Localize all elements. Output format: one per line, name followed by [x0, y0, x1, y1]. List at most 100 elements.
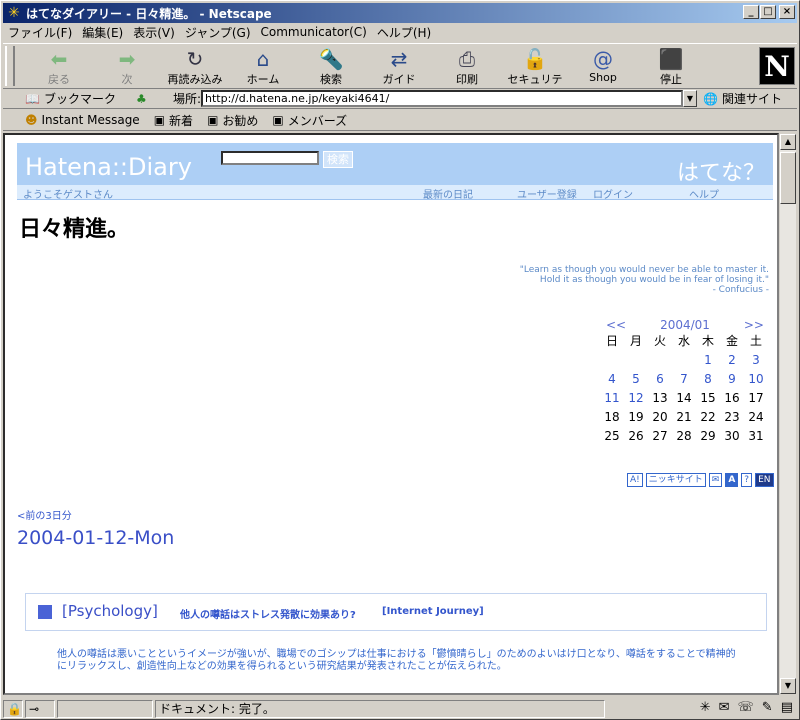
nikki-site-badge[interactable]: ニッキサイト [645, 473, 706, 487]
calendar-day[interactable]: 5 [624, 370, 648, 389]
calendar-next-month[interactable]: >> [744, 318, 764, 332]
traffic-light-icon: ⬛ [658, 47, 684, 71]
search-flashlight-icon: 🔦 [318, 47, 344, 71]
calendar-prev-month[interactable]: << [606, 318, 626, 332]
entry-date[interactable]: 2004-01-12-Mon [17, 527, 174, 549]
instant-message-button[interactable]: ☻ Instant Message [25, 113, 140, 127]
calendar-day [672, 351, 696, 370]
composer-icon[interactable]: ✎ [762, 700, 773, 715]
calendar-day: 22 [700, 410, 716, 424]
calendar-day[interactable]: 11 [600, 389, 624, 408]
shop-button[interactable]: @ Shop [571, 47, 635, 84]
shop-label: Shop [589, 71, 617, 84]
entry-source-link[interactable]: [Internet Journey] [382, 606, 484, 617]
search-button[interactable]: 🔦 検索 [299, 47, 363, 87]
mail-icon[interactable]: ✉ [719, 700, 730, 715]
calendar-day[interactable]: 4 [600, 370, 624, 389]
hatena-question-link[interactable]: はてな？ [677, 155, 765, 187]
calendar: << 2004/01 >> 日月火水木金土 1 2 3 4 5 6 7 8 9 10 11 12 13 14… [600, 318, 770, 446]
calendar-day[interactable]: 6 [648, 370, 672, 389]
print-button[interactable]: ⎙ 印刷 [435, 47, 499, 87]
members-button[interactable]: ▣ メンバーズ [272, 112, 347, 129]
netscape-logo[interactable]: N [759, 47, 795, 85]
calendar-day[interactable]: 8 [696, 370, 720, 389]
menu-go[interactable]: ジャンプ(G) [180, 24, 256, 41]
menu-communicator[interactable]: Communicator(C) [256, 25, 372, 39]
antenna-badge[interactable]: A! [627, 473, 643, 487]
calendar-day[interactable]: 12 [624, 389, 648, 408]
calendar-day[interactable]: 9 [720, 370, 744, 389]
page-proxy-icon[interactable]: ♣ [136, 92, 147, 106]
scroll-down-button[interactable]: ▼ [780, 678, 796, 694]
reload-button[interactable]: ↻ 再読み込み [163, 47, 227, 87]
page-icon: ▣ [207, 113, 219, 127]
navigator-icon[interactable]: ✳ [700, 700, 711, 715]
mail-badge[interactable]: ✉ [708, 473, 723, 487]
home-label: ホーム [246, 73, 280, 86]
calendar-day [600, 351, 624, 370]
security-status-icon[interactable]: 🔒 [3, 699, 23, 718]
close-button[interactable]: × [779, 5, 795, 19]
online-status-icon[interactable]: ⊸ [25, 699, 55, 718]
component-bar: ✳ ✉ ☏ ✎ ▤ [700, 700, 793, 715]
home-button[interactable]: ⌂ ホーム [231, 47, 295, 87]
instant-message-label: Instant Message [41, 113, 140, 127]
diary-title[interactable]: 日々精進。 [19, 211, 129, 243]
font-size-badge[interactable]: A [725, 473, 739, 487]
forward-button[interactable]: ➡ 次 [95, 47, 159, 87]
recommended-button[interactable]: ▣ お勧め [207, 112, 258, 129]
calendar-day: 17 [748, 391, 764, 405]
calendar-weekday: 土 [749, 334, 762, 348]
menu-help[interactable]: ヘルプ(H) [372, 24, 436, 41]
home-icon: ⌂ [256, 47, 270, 71]
address-book-icon[interactable]: ▤ [781, 700, 793, 715]
hatena-search-button[interactable]: 検索 [323, 151, 353, 168]
menu-bar: ファイル(F) 編集(E) 表示(V) ジャンプ(G) Communicator… [3, 23, 797, 41]
hatena-diary-logo[interactable]: Hatena::Diary [25, 153, 192, 181]
guide-button[interactable]: ⇄ ガイド [367, 47, 431, 87]
back-label: 戻る [48, 73, 70, 86]
entry-category[interactable]: [Psychology] [62, 602, 158, 620]
hatena-nav: ようこそゲストさん 最新の日記 ユーザー登録 ログイン ヘルプ [17, 185, 773, 201]
previous-days-link[interactable]: <前の3日分 [17, 507, 72, 522]
bookmarks-label: ブックマーク [43, 92, 116, 106]
related-globe-icon: 🌐 [703, 91, 718, 106]
calendar-day[interactable]: 10 [744, 370, 768, 389]
menu-edit[interactable]: 編集(E) [77, 24, 128, 41]
calendar-day[interactable]: 7 [672, 370, 696, 389]
help-badge[interactable]: ? [741, 473, 753, 487]
calendar-day: 25 [604, 429, 620, 443]
whats-new-button[interactable]: ▣ 新着 [154, 112, 193, 129]
guide-signpost-icon: ⇄ [390, 47, 408, 71]
title-bar: ✳ はてなダイアリー - 日々精進。 - Netscape _ □ × [3, 3, 797, 23]
entry-title[interactable]: 他人の噂話はストレス発散に効果あり? [180, 606, 356, 621]
discussion-icon[interactable]: ☏ [738, 700, 754, 715]
bookmarks-button[interactable]: 📖 ブックマーク ♣ [25, 90, 147, 107]
calendar-day[interactable]: 3 [744, 351, 768, 370]
calendar-day [648, 351, 672, 370]
hatena-search-input[interactable] [221, 151, 319, 165]
maximize-button[interactable]: □ [760, 5, 776, 19]
stop-button[interactable]: ⬛ 停止 [639, 47, 703, 87]
calendar-day[interactable]: 2 [720, 351, 744, 370]
browser-window: ✳ はてなダイアリー - 日々精進。 - Netscape _ □ × ファイル… [0, 0, 800, 720]
minimize-button[interactable]: _ [743, 5, 759, 19]
calendar-day: 18 [604, 410, 620, 424]
quote-line-1: "Learn as though you would never be able… [519, 265, 769, 275]
back-button[interactable]: ⬅ 戻る [27, 47, 91, 87]
calendar-day: 20 [652, 410, 668, 424]
guide-label: ガイド [382, 73, 416, 86]
toolbar-grip[interactable] [5, 46, 15, 86]
calendar-month[interactable]: 2004/01 [660, 318, 710, 332]
vertical-scrollbar[interactable]: ▲ ▼ [779, 133, 797, 695]
scroll-up-button[interactable]: ▲ [780, 134, 796, 150]
menu-view[interactable]: 表示(V) [128, 24, 180, 41]
url-dropdown-button[interactable]: ▼ [683, 90, 697, 107]
calendar-day[interactable]: 1 [696, 351, 720, 370]
menu-file[interactable]: ファイル(F) [3, 24, 77, 41]
related-sites-button[interactable]: 🌐 関連サイト [703, 90, 782, 107]
url-input[interactable]: http://d.hatena.ne.jp/keyaki4641/ [201, 90, 683, 107]
scroll-thumb[interactable] [780, 152, 796, 204]
location-toolbar: 📖 ブックマーク ♣ 場所: http://d.hatena.ne.jp/key… [3, 89, 797, 109]
english-flag-badge[interactable]: EN [755, 473, 774, 487]
